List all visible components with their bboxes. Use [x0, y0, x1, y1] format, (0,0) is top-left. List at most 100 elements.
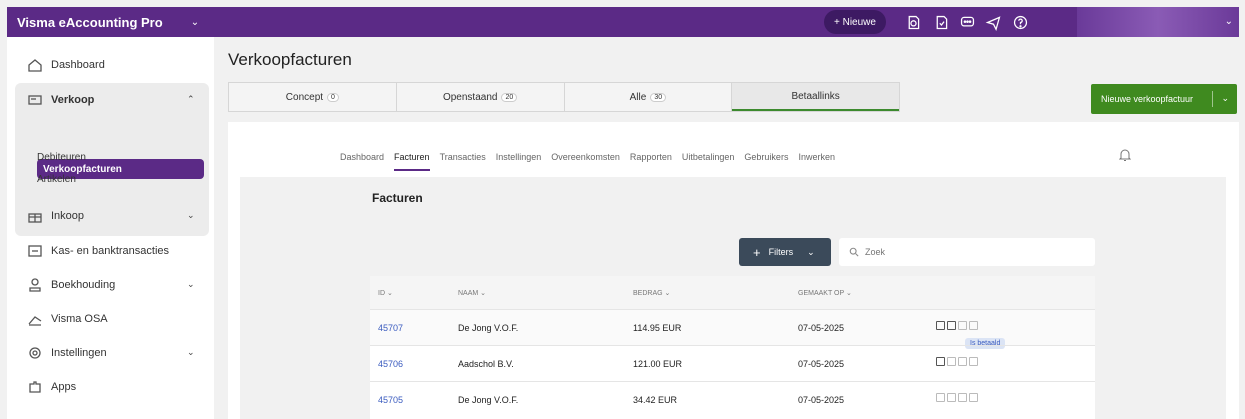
subnav-rapporten[interactable]: Rapporten [630, 152, 672, 162]
table-row[interactable]: 45705 De Jong V.O.F. 34.42 EUR 07-05-202… [370, 381, 1095, 417]
subnav-gebruikers[interactable]: Gebruikers [744, 152, 788, 162]
gear-icon [29, 347, 41, 359]
invoice-tabs: Concept 0 Openstaand 20 Alle 30 Betaalli… [228, 82, 900, 112]
new-invoice-button[interactable]: Nieuwe verkoopfactuur ⌄ [1091, 84, 1237, 114]
invoice-id-link[interactable]: 45705 [378, 395, 403, 405]
home-icon [28, 59, 42, 72]
paid-icon[interactable] [947, 321, 956, 330]
chevron-down-icon[interactable]: ⌄ [187, 279, 195, 290]
invoice-amount: 34.42 EUR [633, 395, 678, 405]
subnav-uitbetalingen[interactable]: Uitbetalingen [682, 152, 735, 162]
header-gemaakt-op[interactable]: GEMAAKT OP ⌄ [798, 289, 852, 297]
tab-openstaand[interactable]: Openstaand 20 [397, 83, 565, 111]
customer-name: De Jong V.O.F. [458, 323, 519, 333]
invoice-date: 07-05-2025 [798, 323, 845, 333]
filters-button[interactable]: + Filters ⌄ [739, 238, 831, 266]
invoices-section: Facturen + Filters ⌄ ID ⌄ NAAM ⌄ BEDRAG … [240, 177, 1226, 419]
row-actions [936, 321, 978, 330]
invoice-id-link[interactable]: 45707 [378, 323, 403, 333]
header-id[interactable]: ID ⌄ [378, 289, 393, 297]
subnav-facturen[interactable]: Facturen [394, 152, 430, 171]
table-row[interactable]: 45706 Aadschol B.V. 121.00 EUR 07-05-202… [370, 345, 1095, 381]
subnav-inwerken[interactable]: Inwerken [798, 152, 835, 162]
paid-icon[interactable] [947, 357, 956, 366]
user-menu[interactable]: ⌄ [1077, 7, 1239, 37]
chart-icon [28, 316, 42, 326]
sub-navigation: Dashboard Facturen Transacties Instellin… [340, 152, 845, 171]
receipt-icon[interactable] [904, 13, 922, 31]
subnav-dashboard[interactable]: Dashboard [340, 152, 384, 162]
invoice-date: 07-05-2025 [798, 395, 845, 405]
chevron-down-icon[interactable]: ⌄ [1221, 93, 1229, 104]
sidebar-sub-debiteuren[interactable]: Debiteuren [37, 152, 86, 163]
sidebar-item-dashboard[interactable]: Dashboard [27, 57, 105, 73]
header-naam[interactable]: NAAM ⌄ [458, 289, 486, 297]
chevron-down-icon[interactable]: ⌄ [1225, 16, 1233, 27]
search-input[interactable] [865, 247, 1065, 257]
refresh-icon[interactable] [969, 321, 978, 330]
document-icon[interactable] [958, 321, 967, 330]
puzzle-icon [29, 381, 41, 393]
sidebar-item-kas[interactable]: Kas- en banktransacties [27, 243, 169, 259]
invoice-id-link[interactable]: 45706 [378, 359, 403, 369]
customer-name: Aadschol B.V. [458, 359, 514, 369]
chevron-down-icon[interactable]: ⌄ [191, 17, 199, 28]
help-icon[interactable] [1011, 13, 1029, 31]
tab-count: 30 [650, 92, 667, 102]
divider [1212, 91, 1213, 107]
invoice-amount: 121.00 EUR [633, 359, 683, 369]
plus-icon: + [753, 244, 761, 260]
sidebar-sub-artikelen[interactable]: Artikelen [37, 174, 76, 185]
table-header: ID ⌄ NAAM ⌄ BEDRAG ⌄ GEMAAKT OP ⌄ [370, 276, 1095, 309]
sidebar: Dashboard Verkoop ⌃ Verkoopfacturen Debi… [7, 37, 214, 419]
tab-alle[interactable]: Alle 30 [565, 83, 733, 111]
row-actions [936, 393, 978, 402]
document-icon[interactable] [958, 357, 967, 366]
subnav-overeenkomsten[interactable]: Overeenkomsten [551, 152, 620, 162]
tab-count: 0 [327, 92, 339, 102]
top-bar: Visma eAccounting Pro ⌄ + Nieuwe ⌄ [7, 7, 1239, 37]
content-panel: Dashboard Facturen Transacties Instellin… [228, 122, 1239, 419]
invoice-date: 07-05-2025 [798, 359, 845, 369]
tab-betaallinks[interactable]: Betaallinks [732, 83, 899, 111]
subnav-transacties[interactable]: Transacties [440, 152, 486, 162]
chevron-down-icon: ⌄ [807, 246, 815, 257]
paid-icon[interactable] [947, 393, 956, 402]
tab-count: 20 [501, 92, 518, 102]
row-actions [936, 357, 978, 366]
app-title[interactable]: Visma eAccounting Pro [17, 15, 163, 30]
invoice-icon [28, 95, 42, 105]
sidebar-item-boekhouding[interactable]: Boekhouding [27, 277, 115, 293]
subnav-instellingen[interactable]: Instellingen [496, 152, 542, 162]
sidebar-item-instellingen[interactable]: Instellingen [27, 345, 107, 361]
chevron-up-icon[interactable]: ⌃ [187, 94, 195, 105]
search-box[interactable] [839, 238, 1095, 266]
sidebar-item-verkoop[interactable]: Verkoop [27, 92, 94, 108]
book-icon[interactable] [936, 393, 945, 402]
document-icon[interactable] [958, 393, 967, 402]
gift-icon [28, 213, 42, 223]
header-bedrag[interactable]: BEDRAG ⌄ [633, 289, 670, 297]
chevron-down-icon[interactable]: ⌄ [187, 210, 195, 221]
megaphone-icon[interactable] [984, 13, 1002, 31]
sidebar-item-visma-osa[interactable]: Visma OSA [27, 311, 108, 327]
invoices-table: ID ⌄ NAAM ⌄ BEDRAG ⌄ GEMAAKT OP ⌄ 45707 … [370, 276, 1095, 419]
refresh-icon[interactable] [969, 393, 978, 402]
new-button[interactable]: + Nieuwe [824, 10, 886, 34]
receipt-check-icon[interactable] [932, 13, 950, 31]
sidebar-item-apps[interactable]: Apps [27, 379, 76, 395]
search-icon [849, 247, 859, 257]
book-icon[interactable] [936, 357, 945, 366]
customer-name: De Jong V.O.F. [458, 395, 519, 405]
table-row[interactable]: 45707 De Jong V.O.F. 114.95 EUR 07-05-20… [370, 309, 1095, 349]
book-icon[interactable] [936, 321, 945, 330]
invoice-amount: 114.95 EUR [633, 323, 682, 333]
sidebar-item-inkoop[interactable]: Inkoop [27, 208, 84, 224]
chat-icon[interactable] [958, 13, 976, 31]
tab-concept[interactable]: Concept 0 [229, 83, 397, 111]
bell-icon[interactable] [1119, 148, 1131, 162]
chevron-down-icon[interactable]: ⌄ [187, 347, 195, 358]
refresh-icon[interactable] [969, 357, 978, 366]
page-title: Verkoopfacturen [228, 50, 352, 69]
bank-icon [28, 245, 42, 257]
